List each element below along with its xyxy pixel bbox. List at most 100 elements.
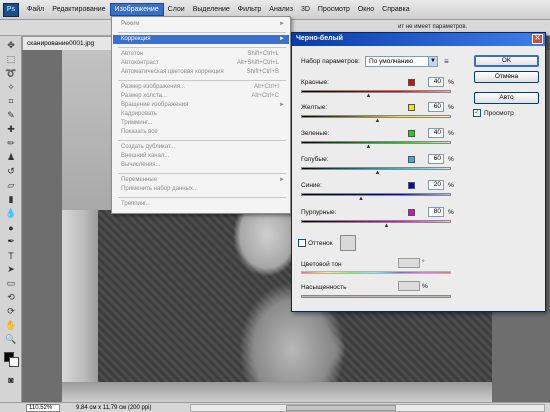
document-tab[interactable]: сканирование0001.jpg: [22, 36, 112, 50]
hue-value-input[interactable]: [398, 258, 420, 268]
saturation-value-input[interactable]: [398, 281, 420, 291]
submenu-arrow-icon: ►: [279, 36, 285, 42]
zoom-level-field[interactable]: 110,52%: [26, 404, 60, 412]
saturation-slider-track[interactable]: [301, 295, 451, 298]
menu-file[interactable]: Файл: [23, 4, 48, 15]
greens-value-input[interactable]: 40: [428, 128, 444, 138]
preview-checkbox[interactable]: ✓: [473, 109, 481, 117]
yellows-slider-thumb[interactable]: ▲: [375, 118, 381, 124]
tint-color-swatch[interactable]: [340, 235, 356, 251]
healing-brush-tool-icon[interactable]: ✚: [4, 124, 18, 135]
menu-item-label: Треппинг...: [121, 201, 151, 207]
yellows-value-input[interactable]: 60: [428, 102, 444, 112]
menu-edit[interactable]: Редактирование: [48, 4, 109, 15]
ok-button[interactable]: OK: [474, 55, 539, 67]
menu-item-trim[interactable]: Тримминг...: [113, 119, 289, 128]
close-icon[interactable]: ✕: [532, 34, 543, 44]
zoom-tool-icon[interactable]: 🔍: [4, 334, 18, 345]
menu-item-auto-tone[interactable]: Автотон Shift+Ctrl+L: [113, 50, 289, 59]
background-color-swatch[interactable]: [9, 357, 19, 367]
3d-camera-tool-icon[interactable]: ⟳: [4, 306, 18, 317]
magentas-value-input[interactable]: 80: [428, 207, 444, 217]
menu-item-auto-contrast[interactable]: Автоконтраст Alt+Shift+Ctrl+L: [113, 59, 289, 68]
submenu-arrow-icon: ►: [279, 21, 285, 27]
dialog-titlebar[interactable]: Черно-белый ✕: [292, 33, 545, 46]
greens-slider-track[interactable]: [301, 141, 451, 144]
quick-mask-icon[interactable]: ◙: [4, 374, 18, 385]
3d-rotate-tool-icon[interactable]: ⟲: [4, 292, 18, 303]
menu-item-crop[interactable]: Кадрировать: [113, 110, 289, 119]
menu-item-variables[interactable]: Переменные ►: [113, 176, 289, 185]
clone-stamp-tool-icon[interactable]: ♟: [4, 152, 18, 163]
cyans-slider-thumb[interactable]: ▲: [375, 170, 381, 176]
menu-help[interactable]: Справка: [378, 4, 413, 15]
shape-tool-icon[interactable]: ▭: [4, 278, 18, 289]
auto-button[interactable]: Авто: [474, 92, 539, 104]
menu-item-canvas-size[interactable]: Размер холста... Alt+Ctrl+C: [113, 92, 289, 101]
slider-label-yellows: Желтые:: [301, 104, 328, 111]
path-selection-tool-icon[interactable]: ➤: [4, 264, 18, 275]
eyedropper-tool-icon[interactable]: ✎: [4, 110, 18, 121]
greens-slider-thumb[interactable]: ▲: [366, 144, 372, 150]
menu-filter[interactable]: Фильтр: [234, 4, 266, 15]
menu-item-apply-image[interactable]: Внешний канал...: [113, 152, 289, 161]
menu-window[interactable]: Окно: [354, 4, 378, 15]
reds-slider-thumb[interactable]: ▲: [366, 93, 372, 99]
menu-analysis[interactable]: Анализ: [265, 4, 297, 15]
menu-select[interactable]: Выделение: [189, 4, 234, 15]
menu-view[interactable]: Просмотр: [314, 4, 354, 15]
reds-value-input[interactable]: 40: [428, 77, 444, 87]
menu-item-mode[interactable]: Режим ►: [113, 20, 289, 29]
menu-item-adjustments[interactable]: Коррекция ►: [113, 35, 289, 44]
blues-value-input[interactable]: 20: [428, 180, 444, 190]
menu-layers[interactable]: Слои: [164, 4, 189, 15]
magentas-slider-track[interactable]: [301, 220, 451, 223]
brush-tool-icon[interactable]: ✏: [4, 138, 18, 149]
blues-slider-track[interactable]: [301, 193, 451, 196]
dodge-tool-icon[interactable]: ●: [4, 222, 18, 233]
menu-item-trap[interactable]: Треппинг...: [113, 200, 289, 209]
menu-item-image-rotation[interactable]: Вращение изображения ►: [113, 101, 289, 110]
menu-item-label: Размер холста...: [121, 93, 167, 99]
menu-item-calculations[interactable]: Вычисления...: [113, 161, 289, 170]
image-menu-dropdown: Режим ► Коррекция ► Автотон Shift+Ctrl+L Ав…: [111, 16, 291, 214]
cyans-value-input[interactable]: 60: [428, 154, 444, 164]
magentas-color-swatch: [408, 209, 415, 216]
eraser-tool-icon[interactable]: ▱: [4, 180, 18, 191]
preset-options-icon[interactable]: ≡: [444, 57, 449, 66]
hue-slider-track[interactable]: [301, 271, 451, 274]
menu-separator: [118, 32, 286, 33]
pen-tool-icon[interactable]: ✒: [4, 236, 18, 247]
type-tool-icon[interactable]: T: [4, 250, 18, 261]
marquee-tool-icon[interactable]: ⬚: [4, 54, 18, 65]
hand-tool-icon[interactable]: ✋: [4, 320, 18, 331]
status-bar: 110,52% 9,84 см x 11,79 см (200 ppi): [0, 402, 550, 412]
menu-image[interactable]: Изображение: [109, 3, 164, 16]
menu-item-label: Автоматическая цветовая коррекция: [121, 69, 224, 75]
menu-item-apply-data-set[interactable]: Применить набор данных...: [113, 185, 289, 194]
blur-tool-icon[interactable]: 💧: [4, 208, 18, 219]
menu-item-auto-color[interactable]: Автоматическая цветовая коррекция Shift+C…: [113, 68, 289, 77]
menu-item-image-size[interactable]: Размер изображения... Alt+Ctrl+I: [113, 83, 289, 92]
magentas-slider-thumb[interactable]: ▲: [384, 223, 390, 229]
horizontal-scrollbar[interactable]: [190, 404, 545, 412]
preset-select[interactable]: По умолчанию ▼: [365, 56, 438, 67]
history-brush-tool-icon[interactable]: ↺: [4, 166, 18, 177]
lasso-tool-icon[interactable]: ➰: [4, 68, 18, 79]
dialog-title: Черно-белый: [296, 35, 343, 42]
blues-slider-thumb[interactable]: ▲: [358, 196, 364, 202]
menu-item-duplicate[interactable]: Создать дубликат...: [113, 143, 289, 152]
menu-separator: [118, 140, 286, 141]
saturation-label: Насыщенность: [301, 284, 347, 291]
gradient-tool-icon[interactable]: ▮: [4, 194, 18, 205]
cancel-button[interactable]: Отмена: [474, 71, 539, 83]
move-tool-icon[interactable]: ✥: [4, 40, 18, 51]
menu-item-reveal-all[interactable]: Показать все: [113, 128, 289, 137]
submenu-arrow-icon: ►: [279, 177, 285, 183]
magic-wand-tool-icon[interactable]: ✧: [4, 82, 18, 93]
crop-tool-icon[interactable]: ⌗: [4, 96, 18, 107]
scrollbar-thumb[interactable]: [286, 405, 396, 411]
reds-slider-track[interactable]: [301, 90, 451, 93]
tint-checkbox[interactable]: [298, 239, 306, 247]
menu-3d[interactable]: 3D: [297, 4, 314, 15]
